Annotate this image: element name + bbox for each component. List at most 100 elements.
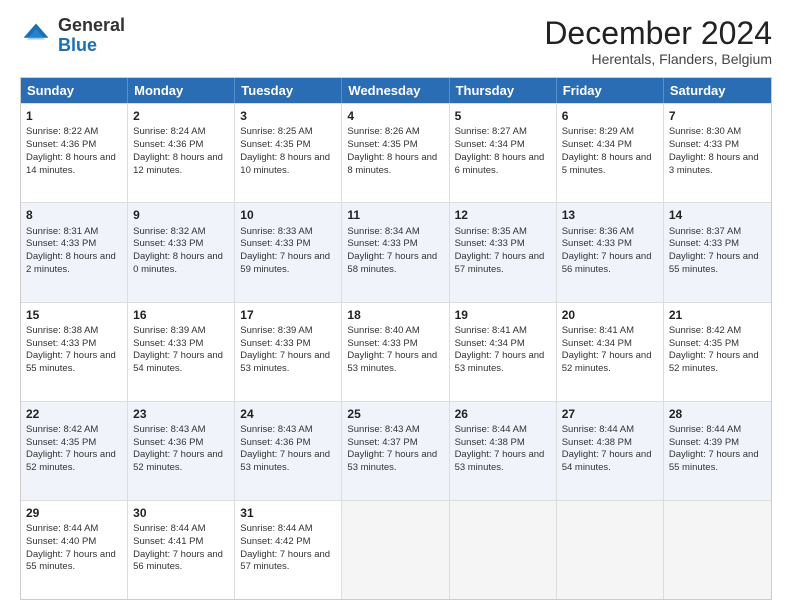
daylight-text: Daylight: 7 hours and 57 minutes. bbox=[240, 549, 330, 573]
sunrise-text: Sunrise: 8:39 AM bbox=[240, 325, 312, 336]
cal-cell-w3-d4: 18Sunrise: 8:40 AMSunset: 4:33 PMDayligh… bbox=[342, 303, 449, 401]
day-number: 27 bbox=[562, 406, 658, 422]
sunset-text: Sunset: 4:33 PM bbox=[562, 238, 632, 249]
daylight-text: Daylight: 7 hours and 59 minutes. bbox=[240, 251, 330, 275]
sunset-text: Sunset: 4:36 PM bbox=[133, 437, 203, 448]
daylight-text: Daylight: 7 hours and 53 minutes. bbox=[455, 350, 545, 374]
sunset-text: Sunset: 4:33 PM bbox=[455, 238, 525, 249]
header-sunday: Sunday bbox=[21, 78, 128, 103]
day-number: 5 bbox=[455, 108, 551, 124]
week-row-2: 8 Sunrise: 8:31 AM Sunset: 4:33 PM Daylight… bbox=[21, 202, 771, 301]
calendar-header: Sunday Monday Tuesday Wednesday Thursday… bbox=[21, 78, 771, 103]
sunset-text: Sunset: 4:34 PM bbox=[562, 139, 632, 150]
daylight-text: Daylight: 7 hours and 55 minutes. bbox=[26, 549, 116, 573]
cal-cell-w1-d2: 2Sunrise: 8:24 AMSunset: 4:36 PMDaylight… bbox=[128, 104, 235, 202]
day-number: 7 bbox=[669, 108, 766, 124]
cal-cell-w5-d4 bbox=[342, 501, 449, 599]
day-number: 19 bbox=[455, 307, 551, 323]
daylight-text: Daylight: 8 hours and 0 minutes. bbox=[133, 251, 223, 275]
sunset-text: Sunset: 4:39 PM bbox=[669, 437, 739, 448]
week-row-5: 29Sunrise: 8:44 AMSunset: 4:40 PMDayligh… bbox=[21, 500, 771, 599]
logo-icon bbox=[20, 20, 52, 52]
title-block: December 2024 Herentals, Flanders, Belgi… bbox=[544, 16, 772, 67]
daylight-text: Daylight: 8 hours and 14 minutes. bbox=[26, 152, 116, 176]
sunset-text: Sunset: 4:36 PM bbox=[26, 139, 96, 150]
day-number: 4 bbox=[347, 108, 443, 124]
daylight-text: Daylight: 8 hours and 2 minutes. bbox=[26, 251, 116, 275]
page-header: General Blue December 2024 Herentals, Fl… bbox=[20, 16, 772, 67]
cal-cell-w4-d2: 23Sunrise: 8:43 AMSunset: 4:36 PMDayligh… bbox=[128, 402, 235, 500]
cal-cell-w2-d1: 8Sunrise: 8:31 AMSunset: 4:33 PMDaylight… bbox=[21, 203, 128, 301]
cal-cell-w4-d3: 24Sunrise: 8:43 AMSunset: 4:36 PMDayligh… bbox=[235, 402, 342, 500]
day-number: 22 bbox=[26, 406, 122, 422]
sunset-text: Sunset: 4:33 PM bbox=[347, 338, 417, 349]
sunset-text: Sunset: 4:34 PM bbox=[455, 338, 525, 349]
sunset-text: Sunset: 4:38 PM bbox=[562, 437, 632, 448]
sunset-text: Sunset: 4:36 PM bbox=[240, 437, 310, 448]
cal-cell-w3-d7: 21Sunrise: 8:42 AMSunset: 4:35 PMDayligh… bbox=[664, 303, 771, 401]
sunset-text: Sunset: 4:42 PM bbox=[240, 536, 310, 547]
cal-cell-w2-d3: 10Sunrise: 8:33 AMSunset: 4:33 PMDayligh… bbox=[235, 203, 342, 301]
cal-cell-w3-d1: 15Sunrise: 8:38 AMSunset: 4:33 PMDayligh… bbox=[21, 303, 128, 401]
sunrise-text: Sunrise: 8:39 AM bbox=[133, 325, 205, 336]
day-number: 2 bbox=[133, 108, 229, 124]
day-number: 3 bbox=[240, 108, 336, 124]
day-number: 6 bbox=[562, 108, 658, 124]
header-monday: Monday bbox=[128, 78, 235, 103]
day-number: 14 bbox=[669, 207, 766, 223]
header-tuesday: Tuesday bbox=[235, 78, 342, 103]
sunrise-text: Sunrise: 8:26 AM bbox=[347, 126, 419, 137]
sunrise-text: Sunrise: 8:31 AM bbox=[26, 226, 98, 237]
week-row-3: 15Sunrise: 8:38 AMSunset: 4:33 PMDayligh… bbox=[21, 302, 771, 401]
calendar-body: 1Sunrise: 8:22 AMSunset: 4:36 PMDaylight… bbox=[21, 103, 771, 599]
sunset-text: Sunset: 4:41 PM bbox=[133, 536, 203, 547]
cal-cell-w5-d3: 31Sunrise: 8:44 AMSunset: 4:42 PMDayligh… bbox=[235, 501, 342, 599]
cal-cell-w4-d7: 28Sunrise: 8:44 AMSunset: 4:39 PMDayligh… bbox=[664, 402, 771, 500]
sunset-text: Sunset: 4:35 PM bbox=[347, 139, 417, 150]
daylight-text: Daylight: 8 hours and 5 minutes. bbox=[562, 152, 652, 176]
calendar-page: General Blue December 2024 Herentals, Fl… bbox=[0, 0, 792, 612]
day-number: 13 bbox=[562, 207, 658, 223]
sunrise-text: Sunrise: 8:35 AM bbox=[455, 226, 527, 237]
logo-general-text: General bbox=[58, 15, 125, 35]
cal-cell-w5-d6 bbox=[557, 501, 664, 599]
cal-cell-w1-d3: 3Sunrise: 8:25 AMSunset: 4:35 PMDaylight… bbox=[235, 104, 342, 202]
day-number: 26 bbox=[455, 406, 551, 422]
daylight-text: Daylight: 8 hours and 10 minutes. bbox=[240, 152, 330, 176]
week-row-4: 22Sunrise: 8:42 AMSunset: 4:35 PMDayligh… bbox=[21, 401, 771, 500]
sunrise-text: Sunrise: 8:32 AM bbox=[133, 226, 205, 237]
month-title: December 2024 bbox=[544, 16, 772, 51]
sunset-text: Sunset: 4:34 PM bbox=[562, 338, 632, 349]
cal-cell-w4-d6: 27Sunrise: 8:44 AMSunset: 4:38 PMDayligh… bbox=[557, 402, 664, 500]
sunrise-text: Sunrise: 8:41 AM bbox=[455, 325, 527, 336]
day-number: 9 bbox=[133, 207, 229, 223]
daylight-text: Daylight: 7 hours and 52 minutes. bbox=[133, 449, 223, 473]
daylight-text: Daylight: 7 hours and 55 minutes. bbox=[669, 251, 759, 275]
sunrise-text: Sunrise: 8:41 AM bbox=[562, 325, 634, 336]
daylight-text: Daylight: 7 hours and 55 minutes. bbox=[26, 350, 116, 374]
cal-cell-w2-d5: 12Sunrise: 8:35 AMSunset: 4:33 PMDayligh… bbox=[450, 203, 557, 301]
header-wednesday: Wednesday bbox=[342, 78, 449, 103]
daylight-text: Daylight: 7 hours and 54 minutes. bbox=[562, 449, 652, 473]
day-number: 28 bbox=[669, 406, 766, 422]
sunset-text: Sunset: 4:36 PM bbox=[133, 139, 203, 150]
sunrise-text: Sunrise: 8:42 AM bbox=[669, 325, 741, 336]
header-friday: Friday bbox=[557, 78, 664, 103]
logo: General Blue bbox=[20, 16, 125, 56]
day-number: 31 bbox=[240, 505, 336, 521]
day-number: 30 bbox=[133, 505, 229, 521]
sunrise-text: Sunrise: 8:42 AM bbox=[26, 424, 98, 435]
cal-cell-w4-d4: 25Sunrise: 8:43 AMSunset: 4:37 PMDayligh… bbox=[342, 402, 449, 500]
sunrise-text: Sunrise: 8:38 AM bbox=[26, 325, 98, 336]
sunset-text: Sunset: 4:38 PM bbox=[455, 437, 525, 448]
sunset-text: Sunset: 4:35 PM bbox=[240, 139, 310, 150]
day-number: 8 bbox=[26, 207, 122, 223]
sunset-text: Sunset: 4:33 PM bbox=[669, 139, 739, 150]
sunrise-text: Sunrise: 8:29 AM bbox=[562, 126, 634, 137]
daylight-text: Daylight: 7 hours and 58 minutes. bbox=[347, 251, 437, 275]
day-number: 29 bbox=[26, 505, 122, 521]
sunset-text: Sunset: 4:34 PM bbox=[455, 139, 525, 150]
logo-blue-text: Blue bbox=[58, 35, 97, 55]
day-number: 16 bbox=[133, 307, 229, 323]
week-row-1: 1Sunrise: 8:22 AMSunset: 4:36 PMDaylight… bbox=[21, 103, 771, 202]
